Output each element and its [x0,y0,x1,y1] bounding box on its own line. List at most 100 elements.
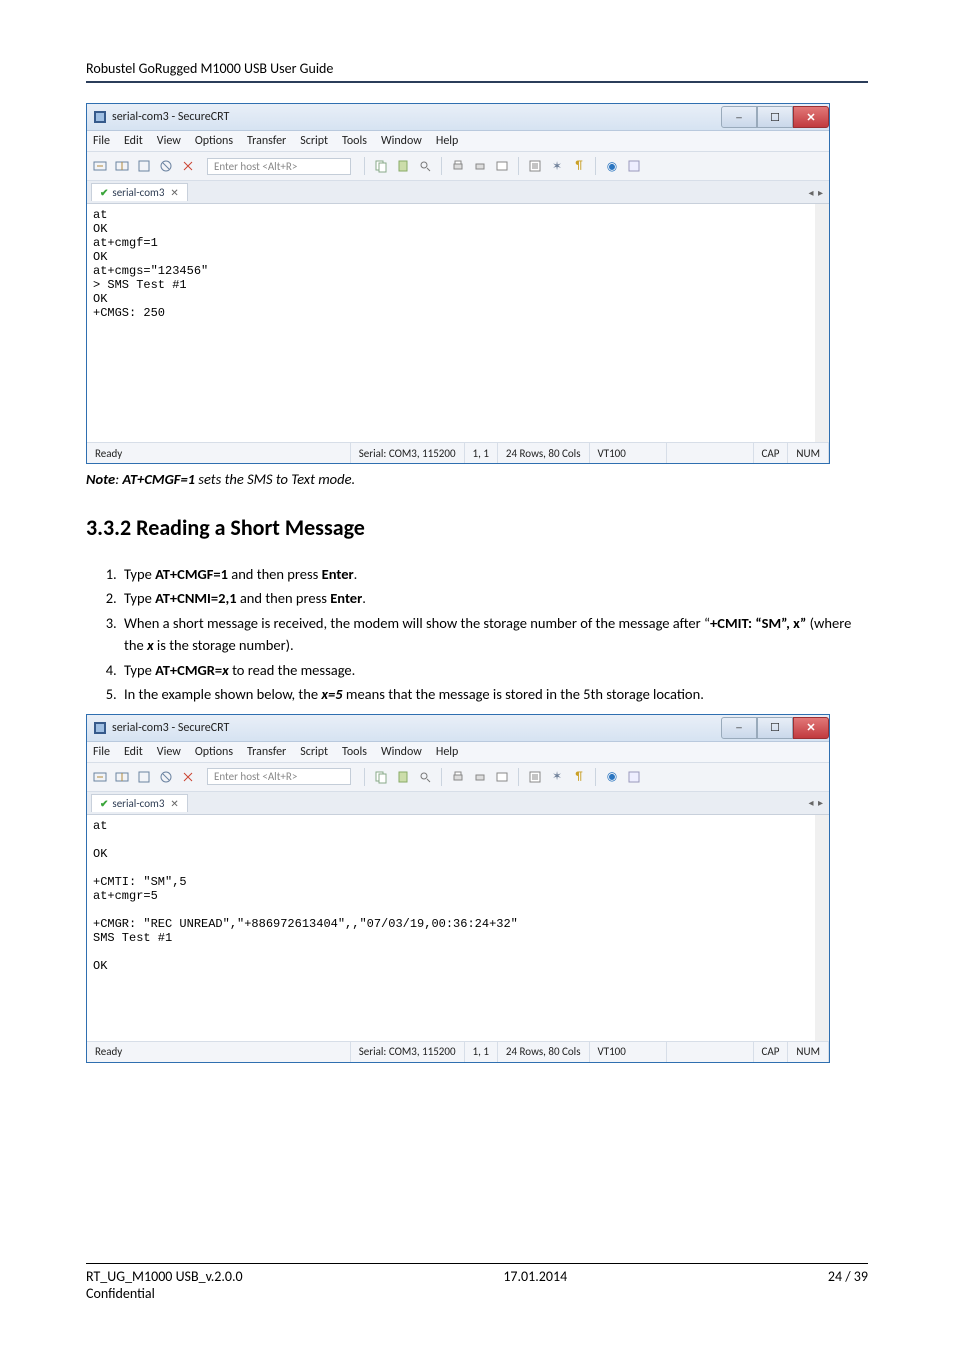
menu-transfer[interactable]: Transfer [247,745,286,759]
titlebar[interactable]: serial-com3 - SecureCRT ─ ☐ ✕ [87,715,829,742]
note-line-1: Note: AT+CMGF=1 sets the SMS to Text mod… [86,470,868,488]
page-footer: RT_UG_M1000 USB_v.2.0.0 17.01.2014 24 / … [86,1263,868,1302]
close-button[interactable]: ✕ [793,106,829,128]
reconnect-icon[interactable] [135,157,153,175]
find-icon[interactable] [416,157,434,175]
cancel-icon[interactable] [179,768,197,786]
menu-file[interactable]: File [93,134,110,148]
footer-rule [86,1263,868,1264]
menu-help[interactable]: Help [436,134,459,148]
toolbar: Enter host <Alt+R> ✶ ¶ ◉ [87,763,829,792]
cancel-icon[interactable] [179,157,197,175]
terminal-output[interactable]: at OK at+cmgf=1 OK at+cmgs="123456" > SM… [87,204,829,442]
tip-icon[interactable]: ¶ [570,768,588,786]
about-icon[interactable] [625,768,643,786]
printer-icon[interactable] [471,768,489,786]
menu-options[interactable]: Options [195,134,233,148]
quick-connect-icon[interactable] [113,157,131,175]
print-screen-icon[interactable] [493,157,511,175]
footer-confidential: Confidential [86,1285,868,1302]
connect-icon[interactable] [91,768,109,786]
scrollbar-thumb[interactable] [815,911,829,945]
menu-tools[interactable]: Tools [342,134,367,148]
reconnect-icon[interactable] [135,768,153,786]
host-input[interactable]: Enter host <Alt+R> [207,158,351,175]
copy-icon[interactable] [372,157,390,175]
minimize-button[interactable]: ─ [721,106,757,128]
host-input[interactable]: Enter host <Alt+R> [207,768,351,785]
properties-icon[interactable] [526,157,544,175]
disconnect-icon[interactable] [157,768,175,786]
menu-file[interactable]: File [93,745,110,759]
menubar: File Edit View Options Transfer Script T… [87,742,829,763]
connected-icon: ✔ [100,186,108,199]
footer-left: RT_UG_M1000 USB_v.2.0.0 [86,1268,243,1285]
menu-edit[interactable]: Edit [124,134,143,148]
menu-window[interactable]: Window [381,134,422,148]
connect-icon[interactable] [91,157,109,175]
disconnect-icon[interactable] [157,157,175,175]
app-icon [93,721,107,735]
paste-icon[interactable] [394,157,412,175]
print-icon[interactable] [449,768,467,786]
maximize-button[interactable]: ☐ [757,106,793,128]
menu-view[interactable]: View [157,134,181,148]
step-3: When a short message is received, the mo… [120,612,868,657]
tab-nav-arrows[interactable]: ◂ ▸ [808,796,829,809]
menu-edit[interactable]: Edit [124,745,143,759]
session-tab[interactable]: ✔ serial-com3 ✕ [91,183,188,201]
securecrt-window-2: serial-com3 - SecureCRT ─ ☐ ✕ File Edit … [86,714,830,1063]
menu-help[interactable]: Help [436,745,459,759]
copy-icon[interactable] [372,768,390,786]
section-heading: 3.3.2 Reading a Short Message [86,514,868,541]
separator [595,768,596,786]
menu-transfer[interactable]: Transfer [247,134,286,148]
print-screen-icon[interactable] [493,768,511,786]
separator [364,157,365,175]
tabstrip: ✔ serial-com3 ✕ ◂ ▸ [87,792,829,815]
help-icon[interactable]: ◉ [603,157,621,175]
statusbar: Ready Serial: COM3, 115200 1, 1 24 Rows,… [87,1041,829,1062]
options-icon[interactable]: ✶ [548,157,566,175]
menu-tools[interactable]: Tools [342,745,367,759]
find-icon[interactable] [416,768,434,786]
print-icon[interactable] [449,157,467,175]
menu-script[interactable]: Script [300,134,328,148]
statusbar: Ready Serial: COM3, 115200 1, 1 24 Rows,… [87,442,829,463]
scroll-up-icon[interactable]: ▴ [815,815,829,829]
maximize-button[interactable]: ☐ [757,717,793,739]
status-ready: Ready [87,443,351,463]
titlebar[interactable]: serial-com3 - SecureCRT ─ ☐ ✕ [87,104,829,131]
separator [441,157,442,175]
step-5: In the example shown below, the x=5 mean… [120,683,868,705]
menu-view[interactable]: View [157,745,181,759]
separator [595,157,596,175]
app-icon [93,110,107,124]
about-icon[interactable] [625,157,643,175]
quick-connect-icon[interactable] [113,768,131,786]
minimize-button[interactable]: ─ [721,717,757,739]
tab-close-icon[interactable]: ✕ [170,797,178,810]
properties-icon[interactable] [526,768,544,786]
status-size: 24 Rows, 80 Cols [498,443,590,463]
help-icon[interactable]: ◉ [603,768,621,786]
menu-options[interactable]: Options [195,745,233,759]
status-num: NUM [788,443,829,463]
printer-icon[interactable] [471,157,489,175]
tab-nav-arrows[interactable]: ◂ ▸ [808,186,829,199]
status-term: VT100 [590,443,667,463]
scroll-up-icon[interactable]: ▴ [815,204,829,218]
options-icon[interactable]: ✶ [548,768,566,786]
scroll-down-icon[interactable]: ▾ [815,1027,829,1041]
close-button[interactable]: ✕ [793,717,829,739]
terminal-output[interactable]: at OK +CMTI: "SM",5 at+cmgr=5 +CMGR: "RE… [87,815,829,1041]
scroll-down-icon[interactable]: ▾ [815,428,829,442]
tip-icon[interactable]: ¶ [570,157,588,175]
window-title: serial-com3 - SecureCRT [112,721,229,735]
scrollbar-thumb[interactable] [815,290,829,324]
menu-script[interactable]: Script [300,745,328,759]
paste-icon[interactable] [394,768,412,786]
session-tab[interactable]: ✔ serial-com3 ✕ [91,794,188,812]
menu-window[interactable]: Window [381,745,422,759]
tab-close-icon[interactable]: ✕ [170,186,178,199]
